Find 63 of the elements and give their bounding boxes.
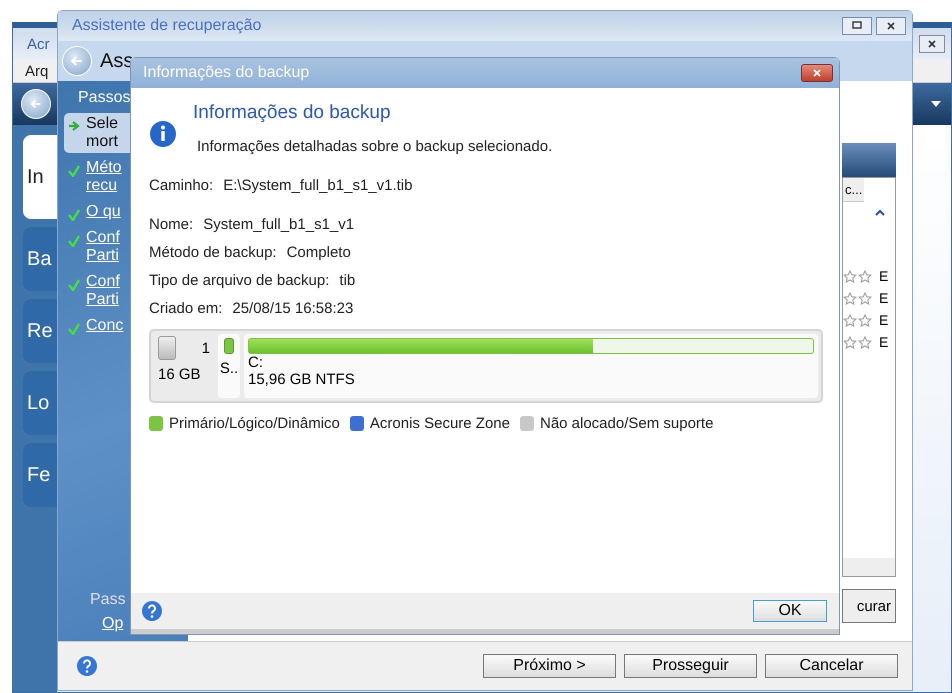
field-value: tib: [339, 272, 356, 289]
table-cell: E: [879, 290, 888, 306]
info-icon: [149, 120, 177, 148]
check-icon: [68, 323, 80, 335]
close-icon: [812, 68, 822, 78]
help-icon[interactable]: [76, 655, 98, 677]
wizard-button[interactable]: Próximo >: [483, 654, 616, 678]
field-label: Nome:: [149, 216, 194, 233]
help-icon[interactable]: [141, 600, 163, 622]
partition-label: C:: [248, 354, 264, 371]
collapse-caret-icon[interactable]: [875, 210, 885, 216]
description-text: Informações detalhadas sobre o backup selecionado.: [197, 138, 552, 155]
sidebar-tile[interactable]: Lo: [23, 371, 57, 435]
disk-number: 1: [202, 340, 210, 356]
sidebar-tile[interactable]: In: [23, 135, 57, 219]
window-title: Acr: [27, 36, 50, 52]
close-button[interactable]: [919, 35, 945, 53]
horizontal-scrollbar[interactable]: [843, 558, 895, 576]
close-button[interactable]: [876, 17, 906, 35]
check-icon: [68, 279, 80, 291]
column-header[interactable]: c...: [843, 178, 864, 202]
field-label: Método de backup:: [149, 244, 277, 261]
check-icon: [68, 235, 80, 247]
arrow-icon: [68, 121, 80, 131]
steps-footer-label: Pass: [89, 591, 127, 609]
check-icon: [68, 165, 80, 177]
field-label: Tipo de arquivo de backup:: [149, 272, 330, 289]
legend-label: Primário/Lógico/Dinâmico: [169, 415, 340, 432]
legend-label: Acronis Secure Zone: [370, 415, 510, 432]
dialog-title: Informações do backup: [143, 64, 310, 82]
steps-label: Passos: [77, 89, 132, 107]
menu-item[interactable]: Arq: [25, 62, 48, 80]
close-icon: [886, 21, 896, 31]
sidebar-tile[interactable]: Fe: [23, 443, 57, 507]
close-button[interactable]: [801, 64, 833, 82]
close-icon: [927, 39, 937, 49]
wizard-button[interactable]: Prosseguir: [624, 654, 757, 678]
field-value: E:\System_full_b1_s1_v1.tib: [223, 177, 412, 194]
partition-label: S..: [220, 360, 238, 377]
table-cell: E: [879, 312, 888, 328]
window-title: Assistente de recuperação: [72, 17, 262, 35]
ok-button[interactable]: OK: [753, 600, 827, 622]
restore-icon: [852, 21, 862, 29]
sidebar-tile[interactable]: Re: [23, 299, 57, 363]
dialog-heading: Informações do backup: [193, 102, 392, 124]
dropdown-arrow-icon[interactable]: [931, 101, 941, 107]
table-header-bar: [842, 143, 896, 177]
restore-button[interactable]: [842, 17, 872, 35]
field-value: Completo: [286, 244, 351, 261]
field-label: Criado em:: [149, 300, 222, 317]
sidebar-tile[interactable]: Ba: [23, 227, 57, 291]
field-label: Caminho:: [149, 177, 214, 194]
partition-info: 15,96 GB NTFS: [248, 371, 356, 388]
table-cell: E: [879, 268, 888, 284]
field-value: 25/08/15 16:58:23: [232, 300, 354, 317]
legend-label: Não alocado/Sem suporte: [540, 415, 714, 432]
disk-size: 16 GB: [158, 366, 202, 383]
search-button[interactable]: curar: [842, 589, 896, 623]
field-value: System_full_b1_s1_v1: [203, 216, 354, 233]
wizard-button[interactable]: Cancelar: [765, 654, 898, 678]
partition-icon: [224, 338, 234, 354]
check-icon: [68, 209, 80, 221]
table-cell: E: [879, 334, 888, 350]
